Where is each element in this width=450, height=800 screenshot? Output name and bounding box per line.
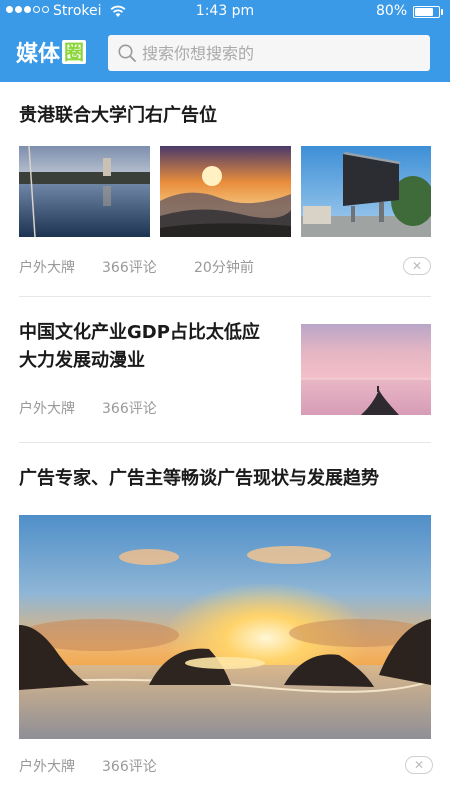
dismiss-button[interactable]: ✕ [403,257,431,275]
article-image-sunset-hills [160,146,291,237]
search-input[interactable] [142,35,422,71]
article-comments[interactable]: 366评论 [102,756,157,776]
article-title: 中国文化产业GDP占比太低应 大力发展动漫业 [19,319,260,375]
search-icon [118,44,136,62]
article-image-beach-sunset [19,515,431,739]
search-bar[interactable] [108,35,430,71]
battery-icon [413,6,440,18]
battery-percentage: 80% [376,3,408,19]
article-time: 20分钟前 [194,260,254,276]
battery-nub [441,9,443,15]
battery-level-fill [415,8,434,16]
close-icon: ✕ [411,259,423,273]
article-item[interactable]: 中国文化产业GDP占比太低应 大力发展动漫业 户外大牌 366评论 [0,297,450,442]
article-item[interactable]: 广告专家、广告主等畅谈广告现状与发展趋势 户外大牌 366评论 ✕ [0,443,450,800]
article-title: 广告专家、广告主等畅谈广告现状与发展趋势 [19,468,379,489]
logo-text: 媒体 [16,42,61,67]
logo-box-text: 圈 [62,40,87,64]
article-comments[interactable]: 366评论 [102,398,157,418]
status-bar: Strokei 1:43 pm 80% [0,0,450,24]
app-header: Strokei 1:43 pm 80% 媒体圈 [0,0,450,82]
article-source: 户外大牌 [19,401,75,417]
article-title-line-2: 大力发展动漫业 [19,350,145,371]
article-image-pastel-sea [301,324,431,415]
article-item[interactable]: 贵港联合大学门右广告位 户外大牌 366评论 20分钟前 ✕ [0,82,450,296]
app-logo[interactable]: 媒体圈 [16,37,87,67]
dismiss-button[interactable]: ✕ [405,756,433,774]
article-image-billboard [301,146,431,237]
article-source: 户外大牌 [19,260,75,276]
article-source: 户外大牌 [19,759,75,775]
close-icon: ✕ [413,758,425,772]
article-title-line-1: 中国文化产业GDP占比太低应 [19,322,260,343]
article-title: 贵港联合大学门右广告位 [19,105,217,126]
article-comments[interactable]: 366评论 [102,257,157,277]
article-image-lake [19,146,150,237]
